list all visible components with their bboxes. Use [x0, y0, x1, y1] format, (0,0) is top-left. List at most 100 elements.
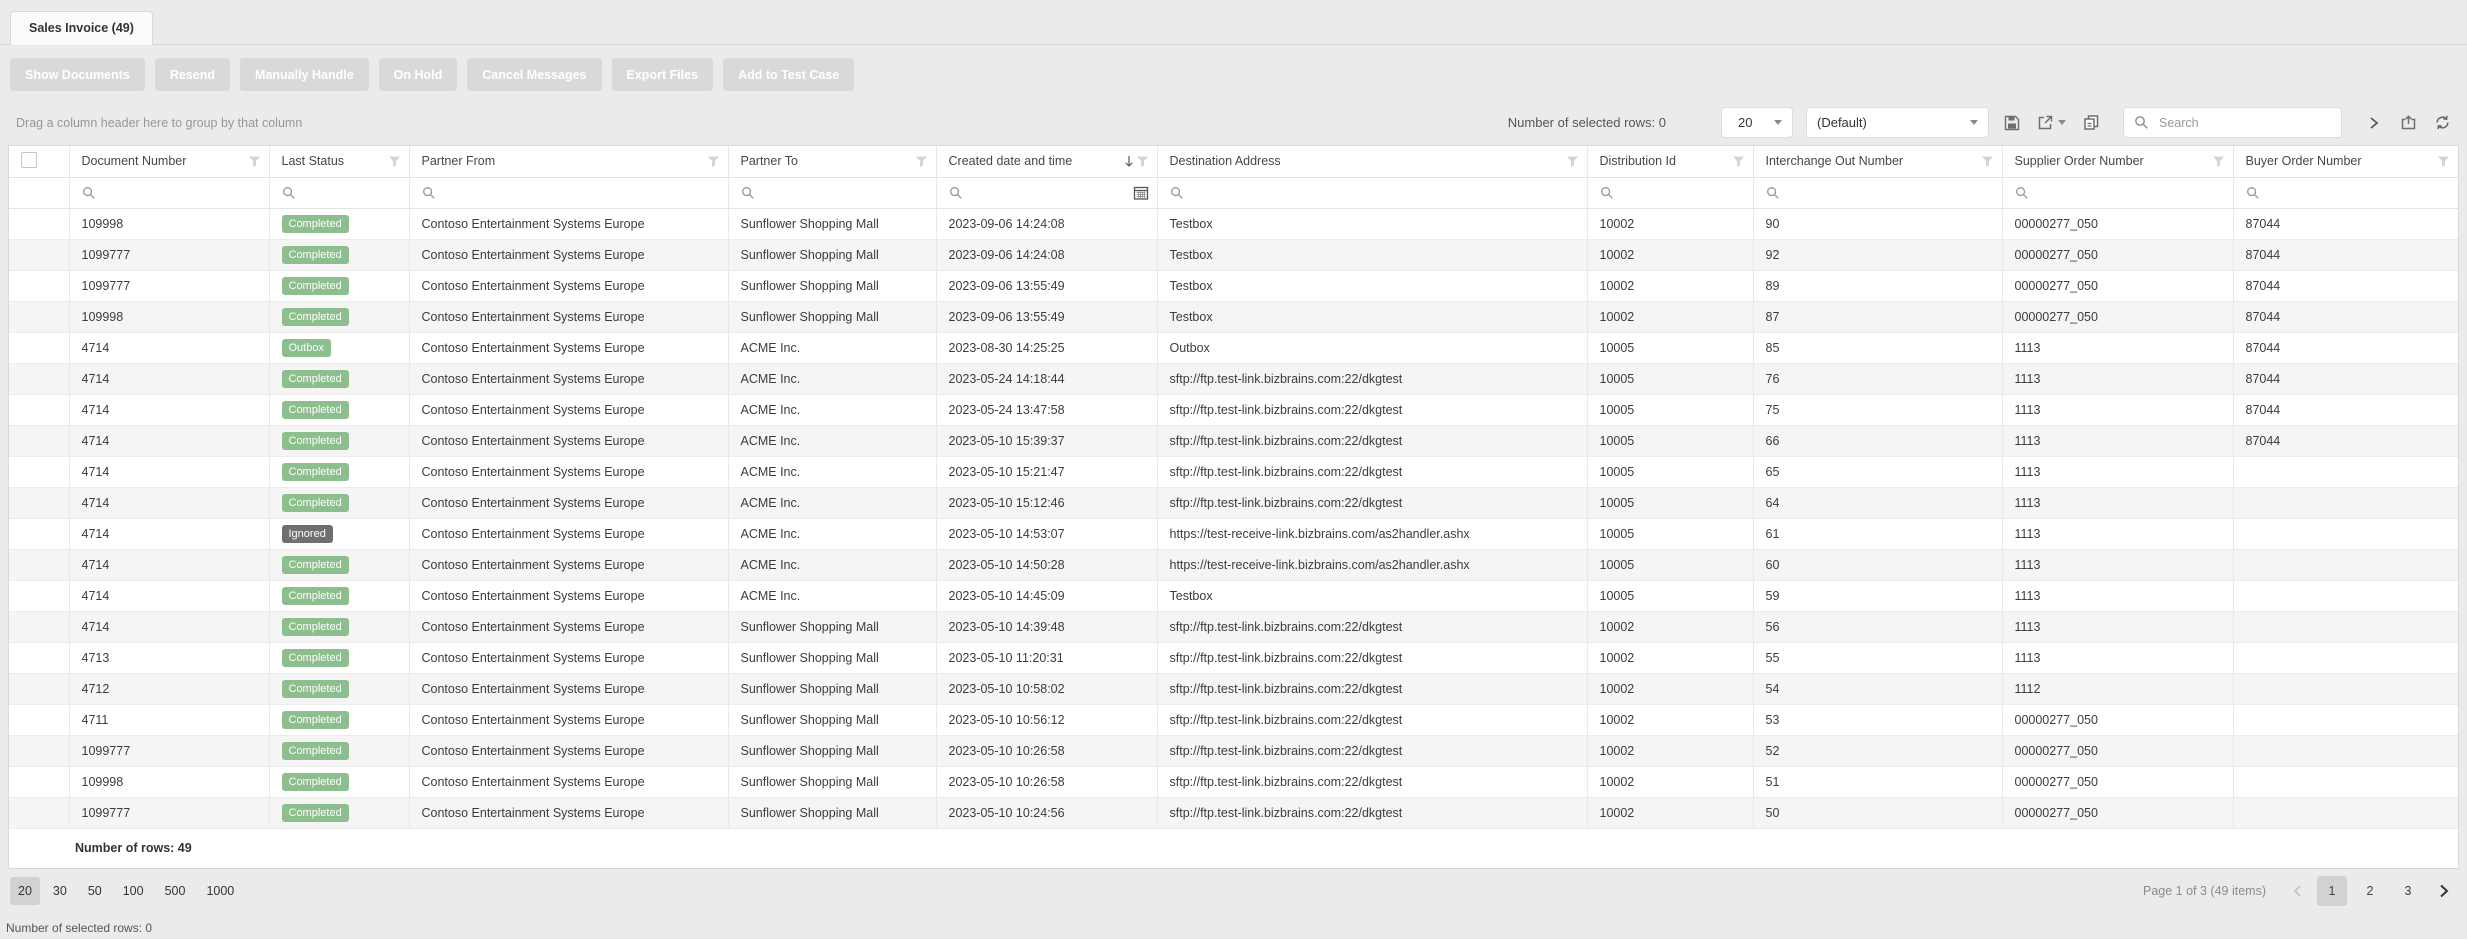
- row-select-cell[interactable]: [9, 611, 69, 642]
- column-header-distribution-id[interactable]: Distribution Id: [1587, 146, 1753, 177]
- table-row[interactable]: 109998CompletedContoso Entertainment Sys…: [9, 766, 2458, 797]
- filter-icon[interactable]: [248, 155, 261, 168]
- table-row[interactable]: 4714CompletedContoso Entertainment Syste…: [9, 549, 2458, 580]
- filter-input-partner-from[interactable]: [442, 185, 720, 201]
- filter-icon[interactable]: [707, 155, 720, 168]
- filter-input-interchange-out-number[interactable]: [1786, 185, 1994, 201]
- row-select-cell[interactable]: [9, 580, 69, 611]
- toolbar-button-show-documents[interactable]: Show Documents: [10, 58, 145, 91]
- row-select-cell[interactable]: [9, 704, 69, 735]
- filter-input-supplier-order-number[interactable]: [2035, 185, 2225, 201]
- filter-input-distribution-id[interactable]: [1620, 185, 1745, 201]
- table-row[interactable]: 109998CompletedContoso Entertainment Sys…: [9, 208, 2458, 239]
- page-size-option-20[interactable]: 20: [10, 877, 40, 905]
- filter-icon[interactable]: [1136, 155, 1149, 168]
- table-row[interactable]: 1099777CompletedContoso Entertainment Sy…: [9, 735, 2458, 766]
- export-button[interactable]: [2035, 112, 2068, 133]
- calendar-icon[interactable]: [1133, 185, 1149, 200]
- column-header-partner-to[interactable]: Partner To: [728, 146, 936, 177]
- table-row[interactable]: 4714CompletedContoso Entertainment Syste…: [9, 580, 2458, 611]
- row-select-cell[interactable]: [9, 766, 69, 797]
- table-row[interactable]: 1099777CompletedContoso Entertainment Sy…: [9, 270, 2458, 301]
- page-number-1[interactable]: 1: [2317, 876, 2347, 906]
- table-row[interactable]: 4714CompletedContoso Entertainment Syste…: [9, 363, 2458, 394]
- column-header-destination-address[interactable]: Destination Address: [1157, 146, 1587, 177]
- page-size-option-50[interactable]: 50: [80, 877, 110, 905]
- refresh-button[interactable]: [2432, 112, 2453, 133]
- row-select-cell[interactable]: [9, 549, 69, 580]
- row-select-cell[interactable]: [9, 797, 69, 828]
- column-header-supplier-order-number[interactable]: Supplier Order Number: [2002, 146, 2233, 177]
- row-select-cell[interactable]: [9, 673, 69, 704]
- table-row[interactable]: 4714CompletedContoso Entertainment Syste…: [9, 394, 2458, 425]
- row-select-cell[interactable]: [9, 394, 69, 425]
- column-header-partner-from[interactable]: Partner From: [409, 146, 728, 177]
- page-number-3[interactable]: 3: [2393, 876, 2423, 906]
- filter-input-created-date-and-time[interactable]: [969, 185, 1127, 201]
- toolbar-button-cancel-messages[interactable]: Cancel Messages: [467, 58, 601, 91]
- table-row[interactable]: 4713CompletedContoso Entertainment Syste…: [9, 642, 2458, 673]
- table-row[interactable]: 1099777CompletedContoso Entertainment Sy…: [9, 239, 2458, 270]
- toolbar-button-on-hold[interactable]: On Hold: [379, 58, 458, 91]
- row-select-cell[interactable]: [9, 487, 69, 518]
- row-select-cell[interactable]: [9, 456, 69, 487]
- toolbar-button-resend[interactable]: Resend: [155, 58, 230, 91]
- page-size-option-100[interactable]: 100: [115, 877, 152, 905]
- page-size-option-500[interactable]: 500: [157, 877, 194, 905]
- row-select-cell[interactable]: [9, 208, 69, 239]
- collapse-panel-button[interactable]: [2363, 113, 2385, 133]
- search-input[interactable]: [2157, 115, 2331, 131]
- table-row[interactable]: 4712CompletedContoso Entertainment Syste…: [9, 673, 2458, 704]
- group-by-panel[interactable]: Drag a column header here to group by th…: [16, 116, 302, 130]
- toolbar-button-add-to-test-case[interactable]: Add to Test Case: [723, 58, 854, 91]
- row-select-cell[interactable]: [9, 642, 69, 673]
- column-header-document-number[interactable]: Document Number: [69, 146, 269, 177]
- table-row[interactable]: 1099777CompletedContoso Entertainment Sy…: [9, 797, 2458, 828]
- filter-icon[interactable]: [1981, 155, 1994, 168]
- toolbar-button-manually-handle[interactable]: Manually Handle: [240, 58, 369, 91]
- filter-input-last-status[interactable]: [302, 185, 401, 201]
- row-select-cell[interactable]: [9, 239, 69, 270]
- filter-icon[interactable]: [1732, 155, 1745, 168]
- row-select-cell[interactable]: [9, 735, 69, 766]
- save-layout-button[interactable]: [2002, 113, 2022, 133]
- table-row[interactable]: 4714OutboxContoso Entertainment Systems …: [9, 332, 2458, 363]
- filter-icon[interactable]: [1566, 155, 1579, 168]
- table-row[interactable]: 109998CompletedContoso Entertainment Sys…: [9, 301, 2458, 332]
- row-select-cell[interactable]: [9, 301, 69, 332]
- select-all-checkbox[interactable]: [21, 152, 37, 168]
- filter-input-destination-address[interactable]: [1190, 185, 1579, 201]
- filter-icon[interactable]: [915, 155, 928, 168]
- row-select-cell[interactable]: [9, 332, 69, 363]
- row-select-cell[interactable]: [9, 425, 69, 456]
- table-row[interactable]: 4714CompletedContoso Entertainment Syste…: [9, 425, 2458, 456]
- table-row[interactable]: 4714CompletedContoso Entertainment Syste…: [9, 487, 2458, 518]
- row-select-cell[interactable]: [9, 270, 69, 301]
- tab-sales-invoice[interactable]: Sales Invoice (49): [10, 11, 153, 45]
- layout-select[interactable]: (Default): [1806, 107, 1989, 138]
- copy-button[interactable]: [2081, 112, 2102, 133]
- toolbar-button-export-files[interactable]: Export Files: [612, 58, 714, 91]
- row-select-cell[interactable]: [9, 518, 69, 549]
- filter-input-document-number[interactable]: [102, 185, 261, 201]
- row-select-cell[interactable]: [9, 363, 69, 394]
- page-size-option-30[interactable]: 30: [45, 877, 75, 905]
- page-size-select[interactable]: 20: [1721, 107, 1793, 138]
- filter-input-partner-to[interactable]: [761, 185, 928, 201]
- page-number-2[interactable]: 2: [2355, 876, 2385, 906]
- column-header-created-date-and-time[interactable]: Created date and time: [936, 146, 1157, 177]
- page-size-option-1000[interactable]: 1000: [198, 877, 242, 905]
- filter-icon[interactable]: [2437, 155, 2450, 168]
- table-row[interactable]: 4714IgnoredContoso Entertainment Systems…: [9, 518, 2458, 549]
- filter-input-buyer-order-number[interactable]: [2266, 185, 2451, 201]
- table-row[interactable]: 4714CompletedContoso Entertainment Syste…: [9, 611, 2458, 642]
- column-header-buyer-order-number[interactable]: Buyer Order Number: [2233, 146, 2458, 177]
- filter-icon[interactable]: [2212, 155, 2225, 168]
- prev-page-button[interactable]: [2287, 881, 2308, 901]
- column-header-interchange-out-number[interactable]: Interchange Out Number: [1753, 146, 2002, 177]
- filter-icon[interactable]: [388, 155, 401, 168]
- table-row[interactable]: 4714CompletedContoso Entertainment Syste…: [9, 456, 2458, 487]
- next-page-button[interactable]: [2432, 880, 2455, 902]
- open-box-button[interactable]: [2398, 112, 2419, 133]
- table-row[interactable]: 4711CompletedContoso Entertainment Syste…: [9, 704, 2458, 735]
